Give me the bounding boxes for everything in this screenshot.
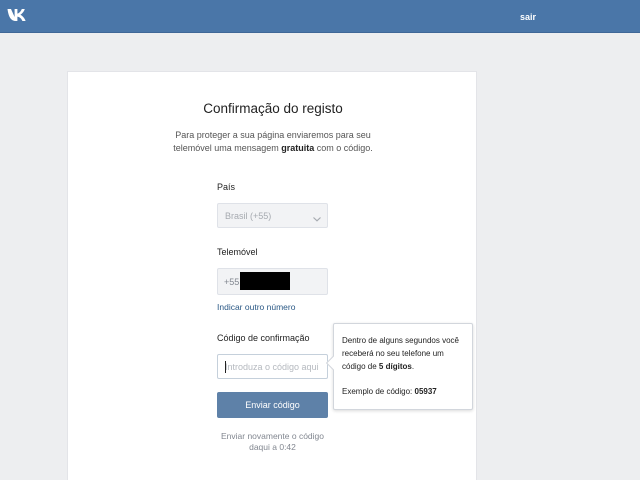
- phone-field: +55: [217, 268, 328, 295]
- country-select[interactable]: Brasil (+55): [217, 203, 328, 228]
- country-label: País: [217, 182, 236, 192]
- example-label: Exemplo de código:: [342, 387, 415, 396]
- example-code: 05937: [414, 387, 437, 396]
- send-code-button[interactable]: Enviar código: [217, 392, 328, 418]
- code-input[interactable]: [218, 355, 327, 378]
- redacted-number: [240, 272, 290, 290]
- country-value: Brasil (+55): [225, 211, 272, 221]
- phone-prefix: +55: [224, 277, 240, 287]
- top-bar: sair: [0, 0, 640, 33]
- chevron-down-icon: [312, 211, 322, 222]
- tooltip-text: Dentro de alguns segundos você receberá …: [342, 334, 468, 373]
- registration-card: Confirmação do registo Para proteger a s…: [67, 71, 477, 480]
- code-label: Código de confirmação: [217, 333, 310, 343]
- phone-label: Telemóvel: [217, 247, 258, 257]
- description-line2-pre: mensagem: [234, 143, 282, 153]
- vk-logo-icon[interactable]: [7, 8, 27, 24]
- tooltip-text-bold: 5 dígitos: [378, 362, 412, 371]
- text-caret: [225, 361, 226, 373]
- resend-countdown: Enviar novamente o código daqui a 0:42: [220, 431, 324, 452]
- tooltip-text-post: .: [411, 362, 415, 371]
- description-bold: gratuita: [281, 143, 315, 153]
- page-title: Confirmação do registo: [203, 101, 343, 116]
- code-hint-tooltip: Dentro de alguns segundos você receberá …: [325, 323, 473, 410]
- other-number-link[interactable]: Indicar outro número: [217, 302, 295, 312]
- page-description: Para proteger a sua página enviaremos pa…: [158, 129, 388, 155]
- description-line2-post: com o código.: [314, 143, 373, 153]
- code-field[interactable]: [217, 354, 328, 379]
- logout-link[interactable]: sair: [520, 12, 536, 22]
- tooltip-example: Exemplo de código: 05937: [342, 387, 437, 396]
